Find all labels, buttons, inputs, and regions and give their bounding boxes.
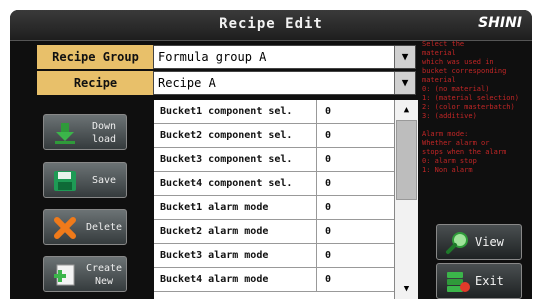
- view-button[interactable]: View: [436, 224, 522, 260]
- row-name: Bucket2 alarm mode: [154, 220, 317, 243]
- recipe-label: Recipe: [37, 71, 154, 95]
- recipe-select[interactable]: Recipe A ▼: [153, 71, 416, 95]
- help-line: [422, 121, 530, 130]
- chevron-down-icon[interactable]: ▼: [394, 72, 415, 94]
- help-line: 0: alarm stop: [422, 157, 477, 165]
- hmi-screen: Recipe Edit SHINI Recipe Group Formula g…: [10, 10, 532, 299]
- table-row[interactable]: Bucket4 alarm mode 0: [154, 268, 402, 292]
- table-scrollbar[interactable]: ▲ ▼: [394, 100, 418, 299]
- row-value[interactable]: 0: [317, 244, 402, 267]
- help-line: Whether alarm or: [422, 139, 490, 147]
- row-name: Bucket3 component sel.: [154, 148, 317, 171]
- scrollbar-thumb[interactable]: [396, 120, 417, 200]
- help-line: 3: (additive): [422, 112, 477, 120]
- help-line: which was used in: [422, 58, 494, 66]
- scroll-up-icon[interactable]: ▲: [395, 100, 418, 120]
- save-label: Save: [91, 175, 117, 186]
- table-row[interactable]: Bucket2 alarm mode 0: [154, 220, 402, 244]
- window-title: Recipe Edit: [219, 16, 323, 32]
- row-name: Bucket1 alarm mode: [154, 196, 317, 219]
- delete-button[interactable]: Delete: [43, 209, 127, 245]
- row-value[interactable]: 0: [317, 196, 402, 219]
- help-line: 2: (color masterbatch): [422, 103, 515, 111]
- help-line: stops when the alarm: [422, 148, 507, 156]
- download-button[interactable]: Down load: [43, 114, 127, 150]
- delete-icon: [54, 217, 76, 239]
- row-value[interactable]: 0: [317, 268, 402, 291]
- help-line: 1: (material selection): [422, 94, 519, 102]
- table-row[interactable]: Bucket3 component sel. 0: [154, 148, 402, 172]
- new-document-icon: [54, 264, 75, 286]
- table-row[interactable]: Bucket2 component sel. 0: [154, 124, 402, 148]
- recipe-group-select[interactable]: Formula group A ▼: [153, 45, 416, 69]
- download-icon: [55, 123, 75, 144]
- help-line: material: [422, 76, 456, 84]
- floppy-disk-icon: [54, 171, 76, 191]
- row-name: Bucket2 component sel.: [154, 124, 317, 147]
- recipe-group-label: Recipe Group: [37, 45, 154, 69]
- create-label-line1: Create: [85, 263, 123, 274]
- row-name: Bucket4 alarm mode: [154, 268, 317, 291]
- row-name: Bucket3 alarm mode: [154, 244, 317, 267]
- recipe-group-value: Formula group A: [158, 50, 267, 64]
- row-name: Bucket1 component sel.: [154, 100, 317, 123]
- help-line: Select the: [422, 40, 465, 48]
- help-line: bucket corresponding: [422, 67, 507, 75]
- row-value[interactable]: 0: [317, 100, 402, 123]
- save-button[interactable]: Save: [43, 162, 127, 198]
- exit-button[interactable]: Exit: [436, 263, 522, 299]
- recipe-value: Recipe A: [158, 76, 216, 90]
- magnifier-icon: [446, 232, 468, 254]
- row-value[interactable]: 0: [317, 124, 402, 147]
- help-line: 0: (no material): [422, 85, 490, 93]
- download-label-line1: Down: [91, 121, 117, 132]
- row-value[interactable]: 0: [317, 220, 402, 243]
- recipe-parameter-table: Bucket1 component sel. 0 Bucket2 compone…: [154, 100, 402, 299]
- help-line: 1: Non alarm: [422, 166, 473, 174]
- scroll-down-icon[interactable]: ▼: [395, 279, 418, 299]
- brand-logo: SHINI: [478, 15, 522, 31]
- delete-label: Delete: [85, 222, 123, 233]
- table-row[interactable]: Bucket4 component sel. 0: [154, 172, 402, 196]
- download-label-line2: load: [91, 134, 117, 145]
- help-line: Alarm mode:: [422, 130, 469, 138]
- help-text-panel: Select the material which was used in bu…: [422, 40, 530, 175]
- title-bar: Recipe Edit SHINI: [10, 10, 532, 41]
- chevron-down-icon[interactable]: ▼: [394, 46, 415, 68]
- row-value[interactable]: 0: [317, 148, 402, 171]
- row-value[interactable]: 0: [317, 172, 402, 195]
- create-new-button[interactable]: Create New: [43, 256, 127, 292]
- view-label: View: [475, 235, 504, 249]
- table-row[interactable]: Bucket1 component sel. 0: [154, 100, 402, 124]
- table-row[interactable]: Bucket3 alarm mode 0: [154, 244, 402, 268]
- create-label-line2: New: [94, 276, 114, 287]
- exit-icon: [447, 272, 470, 292]
- row-name: Bucket4 component sel.: [154, 172, 317, 195]
- exit-label: Exit: [475, 274, 504, 288]
- table-row[interactable]: Bucket1 alarm mode 0: [154, 196, 402, 220]
- help-line: material: [422, 49, 456, 57]
